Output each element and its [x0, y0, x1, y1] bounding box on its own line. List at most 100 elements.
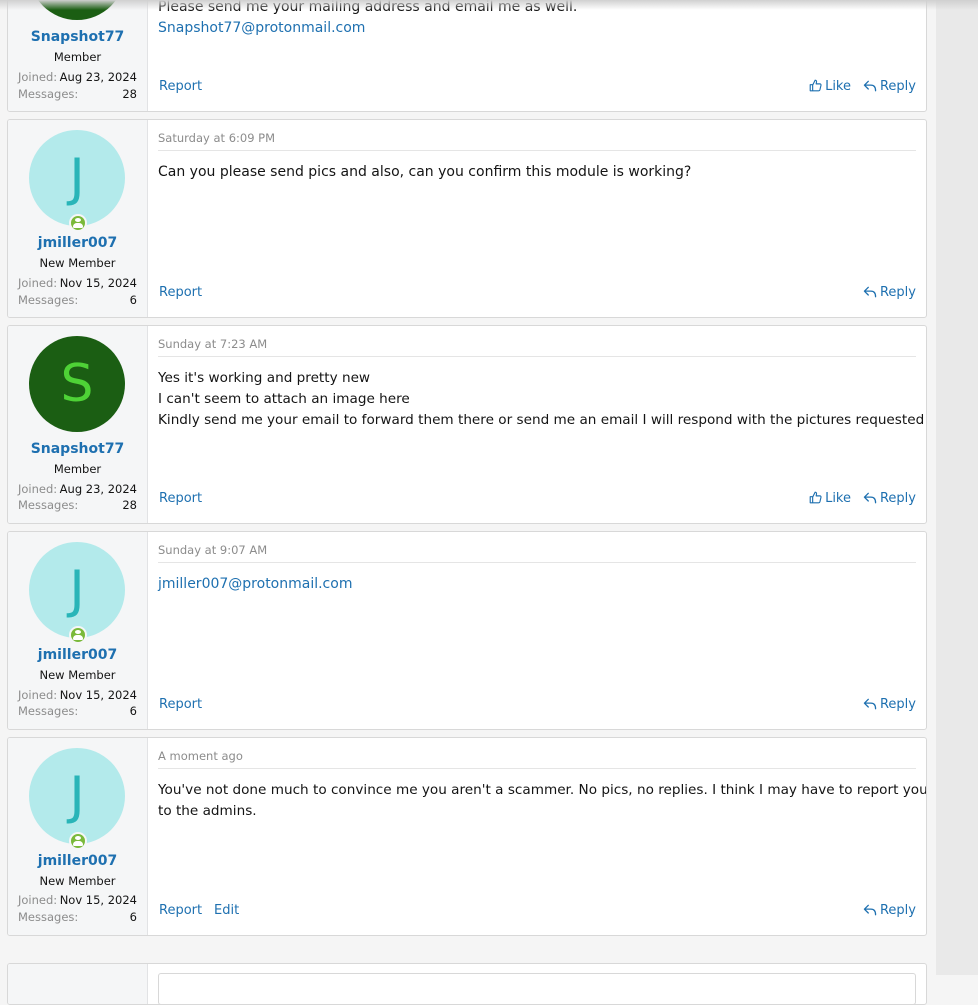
reply-arrow-icon [863, 492, 877, 504]
post-user-panel: S Snapshot77 Member Joined: Aug 23, 2024… [8, 0, 148, 111]
avatar[interactable]: J [29, 542, 125, 638]
joined-value: Nov 15, 2024 [59, 688, 137, 702]
reply-label: Reply [879, 697, 916, 712]
post-message: J jmiller007 New Member Joined: Nov 15, … [7, 737, 927, 936]
reply-button[interactable]: Reply [863, 903, 916, 918]
joined-label: Joined: [18, 482, 58, 496]
thumbs-up-icon [809, 491, 822, 504]
like-label: Like [825, 491, 851, 506]
joined-label: Joined: [18, 688, 58, 702]
post-main: Saturday at 6:09 PM Can you please send … [158, 120, 916, 317]
reply-label: Reply [879, 491, 916, 506]
report-button[interactable]: Report [159, 903, 202, 918]
username-link[interactable]: jmiller007 [8, 235, 147, 251]
joined-value: Nov 15, 2024 [59, 893, 137, 907]
message-line: to the admins. [158, 803, 257, 819]
user-title: New Member [39, 668, 116, 682]
messages-label: Messages: [18, 87, 79, 101]
header-shadow [0, 0, 978, 10]
post-date[interactable]: A moment ago [158, 749, 243, 763]
post-actions: Report Reply [158, 697, 916, 715]
joined-label: Joined: [18, 276, 58, 290]
user-title: New Member [39, 256, 116, 270]
email-link[interactable]: jmiller007@protonmail.com [158, 574, 916, 595]
message-line: You've not done much to convince me you … [158, 782, 927, 798]
username-link[interactable]: Snapshot77 [8, 29, 147, 45]
message-line: Kindly send me your email to forward the… [158, 412, 925, 428]
joined-label: Joined: [18, 70, 58, 84]
messages-label: Messages: [18, 704, 79, 718]
messages-value[interactable]: 28 [122, 87, 137, 101]
post-date[interactable]: Sunday at 9:07 AM [158, 543, 267, 557]
post-main: Sunday at 7:23 AM Yes it's working and p… [158, 326, 925, 523]
messages-value[interactable]: 6 [130, 704, 137, 718]
reply-button[interactable]: Reply [863, 697, 916, 712]
reply-arrow-icon [863, 904, 877, 916]
divider [158, 768, 916, 769]
avatar[interactable]: J [29, 130, 125, 226]
post-main: Please send me your mailing address and … [158, 0, 916, 111]
post-message: S Snapshot77 Member Joined: Aug 23, 2024… [7, 0, 927, 112]
divider [158, 356, 916, 357]
avatar[interactable]: S [29, 336, 125, 432]
joined-value: Aug 23, 2024 [59, 482, 137, 496]
quick-reply-box [7, 963, 927, 1005]
post-date[interactable]: Saturday at 6:09 PM [158, 131, 275, 145]
user-title: Member [53, 50, 102, 64]
post-actions: Report Like Reply [158, 79, 916, 97]
username-link[interactable]: Snapshot77 [8, 441, 147, 457]
quick-reply-user-panel [8, 964, 148, 1004]
joined-value: Aug 23, 2024 [59, 70, 137, 84]
messages-label: Messages: [18, 293, 79, 307]
online-user-icon [69, 214, 87, 232]
report-button[interactable]: Report [159, 79, 202, 94]
reply-button[interactable]: Reply [863, 491, 916, 506]
messages-value[interactable]: 6 [130, 910, 137, 924]
post-message: J jmiller007 New Member Joined: Nov 15, … [7, 531, 927, 730]
reply-button[interactable]: Reply [863, 79, 916, 94]
message-line: Yes it's working and pretty new [158, 370, 371, 386]
post-user-panel: J jmiller007 New Member Joined: Nov 15, … [8, 738, 148, 935]
reply-arrow-icon [863, 80, 877, 92]
message-body: Can you please send pics and also, can y… [158, 162, 916, 183]
message-body: Yes it's working and pretty new I can't … [158, 368, 925, 431]
page-side-strip [936, 0, 978, 975]
edit-button[interactable]: Edit [214, 903, 239, 918]
report-button[interactable]: Report [159, 697, 202, 712]
post-message: S Snapshot77 Member Joined: Aug 23, 2024… [7, 325, 927, 524]
reply-label: Reply [879, 79, 916, 94]
post-actions: Report Like Reply [158, 491, 916, 509]
post-actions: Report Reply [158, 285, 916, 303]
post-message: J jmiller007 New Member Joined: Nov 15, … [7, 119, 927, 318]
user-title: Member [53, 462, 102, 476]
quick-reply-editor[interactable] [158, 973, 916, 1004]
online-user-icon [69, 832, 87, 850]
user-title: New Member [39, 874, 116, 888]
like-button[interactable]: Like [809, 79, 851, 94]
like-button[interactable]: Like [809, 491, 851, 506]
messages-label: Messages: [18, 498, 79, 512]
post-user-panel: J jmiller007 New Member Joined: Nov 15, … [8, 120, 148, 317]
email-link[interactable]: Snapshot77@protonmail.com [158, 18, 916, 39]
reply-arrow-icon [863, 698, 877, 710]
username-link[interactable]: jmiller007 [8, 853, 147, 869]
post-date[interactable]: Sunday at 7:23 AM [158, 337, 267, 351]
report-button[interactable]: Report [159, 491, 202, 506]
message-line: I can't seem to attach an image here [158, 391, 410, 407]
like-label: Like [825, 79, 851, 94]
message-body: jmiller007@protonmail.com [158, 574, 916, 595]
post-user-panel: S Snapshot77 Member Joined: Aug 23, 2024… [8, 326, 148, 523]
thumbs-up-icon [809, 79, 822, 92]
report-button[interactable]: Report [159, 285, 202, 300]
messages-label: Messages: [18, 910, 79, 924]
avatar[interactable]: J [29, 748, 125, 844]
reply-button[interactable]: Reply [863, 285, 916, 300]
messages-value[interactable]: 28 [122, 498, 137, 512]
divider [158, 150, 916, 151]
post-user-panel: J jmiller007 New Member Joined: Nov 15, … [8, 532, 148, 729]
username-link[interactable]: jmiller007 [8, 647, 147, 663]
messages-value[interactable]: 6 [130, 293, 137, 307]
reply-label: Reply [879, 285, 916, 300]
post-actions: Report Edit Reply [158, 903, 916, 921]
joined-label: Joined: [18, 893, 58, 907]
